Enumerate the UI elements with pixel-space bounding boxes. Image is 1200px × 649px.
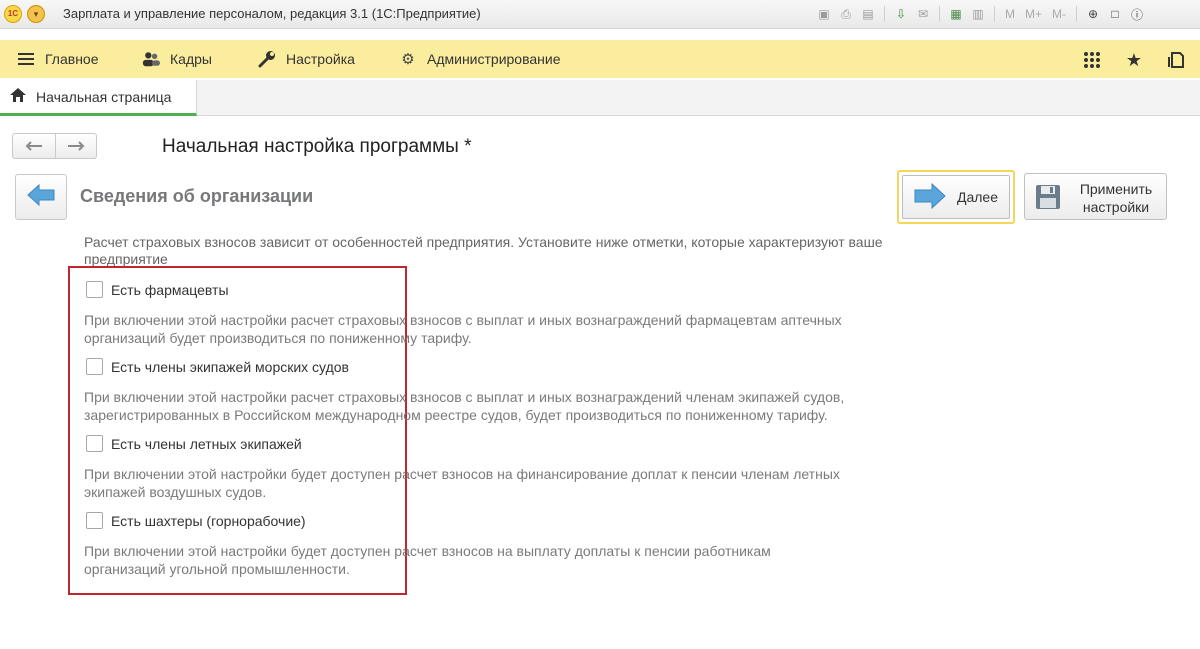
next-button-label: Далее bbox=[957, 189, 999, 205]
flight-crews-description: При включении этой настройки будет досту… bbox=[84, 465, 914, 501]
sea-crews-description-line1: При включении этой настройки расчет стра… bbox=[84, 389, 845, 405]
star-icon[interactable]: ★ bbox=[1123, 49, 1145, 71]
option-sea-crews[interactable]: Есть члены экипажей морских судов bbox=[86, 358, 349, 375]
option-pharmacists[interactable]: Есть фармацевты bbox=[86, 281, 229, 298]
gear-icon: ⚙ bbox=[401, 51, 415, 68]
mail-icon[interactable]: ✉ bbox=[915, 6, 931, 22]
section-personnel[interactable]: Кадры bbox=[142, 40, 212, 78]
apps-grid-icon[interactable] bbox=[1081, 49, 1103, 71]
save-icon[interactable]: ▣ bbox=[816, 6, 832, 22]
previous-step-button[interactable] bbox=[15, 174, 67, 220]
apply-settings-label-line1: Применить bbox=[1079, 181, 1153, 197]
sea-crews-description-line2: зарегистрированных в Российском междунар… bbox=[84, 407, 828, 423]
pharmacists-checkbox[interactable] bbox=[86, 281, 103, 298]
tab-home-label: Начальная страница bbox=[36, 88, 172, 105]
back-navigation-button[interactable] bbox=[13, 134, 55, 158]
sea-crews-description: При включении этой настройки расчет стра… bbox=[84, 388, 914, 424]
pharmacists-description-line1: При включении этой настройки расчет стра… bbox=[84, 312, 842, 328]
pharmacists-label: Есть фармацевты bbox=[111, 281, 229, 298]
preview-icon[interactable]: ▤ bbox=[860, 6, 876, 22]
toolbar-separator bbox=[884, 6, 885, 22]
floppy-disk-icon bbox=[1035, 184, 1061, 210]
people-icon bbox=[142, 50, 160, 68]
memory-store-button[interactable]: M bbox=[1003, 7, 1017, 21]
sea-crews-checkbox[interactable] bbox=[86, 358, 103, 375]
tab-home-page[interactable]: Начальная страница bbox=[0, 80, 197, 116]
download-icon[interactable]: ⇩ bbox=[893, 6, 909, 22]
flight-crews-description-line2: экипажей воздушных судов. bbox=[84, 484, 267, 500]
memory-add-button[interactable]: M+ bbox=[1023, 7, 1044, 21]
next-button-face: Далее bbox=[902, 175, 1010, 219]
pharmacists-description-line2: организаций будет производиться по пониж… bbox=[84, 330, 472, 346]
section-panel: Главное Кадры Настройка ⚙ Администрирова… bbox=[0, 40, 1200, 78]
flight-crews-description-line1: При включении этой настройки будет досту… bbox=[84, 466, 840, 482]
open-pages-bar: Начальная страница bbox=[0, 80, 1200, 116]
option-miners[interactable]: Есть шахтеры (горнорабочие) bbox=[86, 512, 306, 529]
hamburger-icon bbox=[17, 50, 35, 68]
zoom-icon[interactable]: ⊕ bbox=[1085, 6, 1101, 22]
forward-navigation-button[interactable] bbox=[54, 134, 97, 158]
history-icon[interactable] bbox=[1166, 49, 1188, 71]
apply-settings-button[interactable]: Применить настройки bbox=[1024, 173, 1167, 220]
wrench-icon bbox=[258, 50, 276, 68]
pharmacists-description: При включении этой настройки расчет стра… bbox=[84, 311, 914, 347]
miners-description-line1: При включении этой настройки будет досту… bbox=[84, 543, 771, 559]
apply-settings-label-line2: настройки bbox=[1082, 199, 1150, 215]
title-bar: 1С ▾ Зарплата и управление персоналом, р… bbox=[0, 0, 1200, 29]
main-menu-button[interactable]: ▾ bbox=[27, 5, 45, 23]
toolbar-separator bbox=[1076, 6, 1078, 22]
info-icon[interactable]: ⓘ bbox=[1129, 6, 1145, 22]
calendar-icon[interactable]: ▥ bbox=[970, 6, 986, 22]
miners-description: При включении этой настройки будет досту… bbox=[84, 542, 914, 578]
next-button[interactable]: Далее bbox=[897, 170, 1015, 224]
page-title: Начальная настройка программы * bbox=[162, 136, 472, 157]
option-flight-crews[interactable]: Есть члены летных экипажей bbox=[86, 435, 302, 452]
step-title: Сведения об организации bbox=[80, 186, 314, 206]
sea-crews-label: Есть члены экипажей морских судов bbox=[111, 358, 349, 375]
fullscreen-icon[interactable]: □ bbox=[1107, 6, 1123, 22]
print-icon[interactable]: ⎙ bbox=[838, 6, 854, 22]
section-personnel-label: Кадры bbox=[170, 51, 212, 67]
section-administration[interactable]: ⚙ Администрирование bbox=[399, 40, 561, 78]
section-main[interactable]: Главное bbox=[17, 40, 99, 78]
app-logo: 1С bbox=[4, 5, 22, 23]
toolbar-separator bbox=[939, 6, 940, 22]
intro-text: Расчет страховых взносов зависит от особ… bbox=[84, 234, 883, 266]
title-toolbar: ▣ ⎙ ▤ ⇩ ✉ ▦ ▥ M M+ M- ⊕ □ ⓘ bbox=[816, 4, 1145, 24]
miners-label: Есть шахтеры (горнорабочие) bbox=[111, 512, 306, 529]
apply-settings-label: Применить настройки bbox=[1071, 180, 1161, 216]
window-title: Зарплата и управление персоналом, редакц… bbox=[63, 6, 481, 21]
flight-crews-checkbox[interactable] bbox=[86, 435, 103, 452]
memory-subtract-button[interactable]: M- bbox=[1050, 7, 1068, 21]
home-icon bbox=[10, 88, 26, 105]
history-navigation bbox=[12, 133, 97, 159]
section-administration-label: Администрирование bbox=[427, 51, 561, 67]
section-main-label: Главное bbox=[45, 51, 99, 67]
toolbar-separator bbox=[994, 6, 995, 22]
miners-checkbox[interactable] bbox=[86, 512, 103, 529]
section-settings-label: Настройка bbox=[286, 51, 355, 67]
miners-description-line2: организаций угольной промышленности. bbox=[84, 561, 350, 577]
arrow-left-icon bbox=[26, 183, 56, 212]
arrow-right-icon bbox=[913, 182, 947, 213]
calculator-icon[interactable]: ▦ bbox=[948, 6, 964, 22]
section-settings[interactable]: Настройка bbox=[258, 40, 355, 78]
flight-crews-label: Есть члены летных экипажей bbox=[111, 435, 302, 452]
